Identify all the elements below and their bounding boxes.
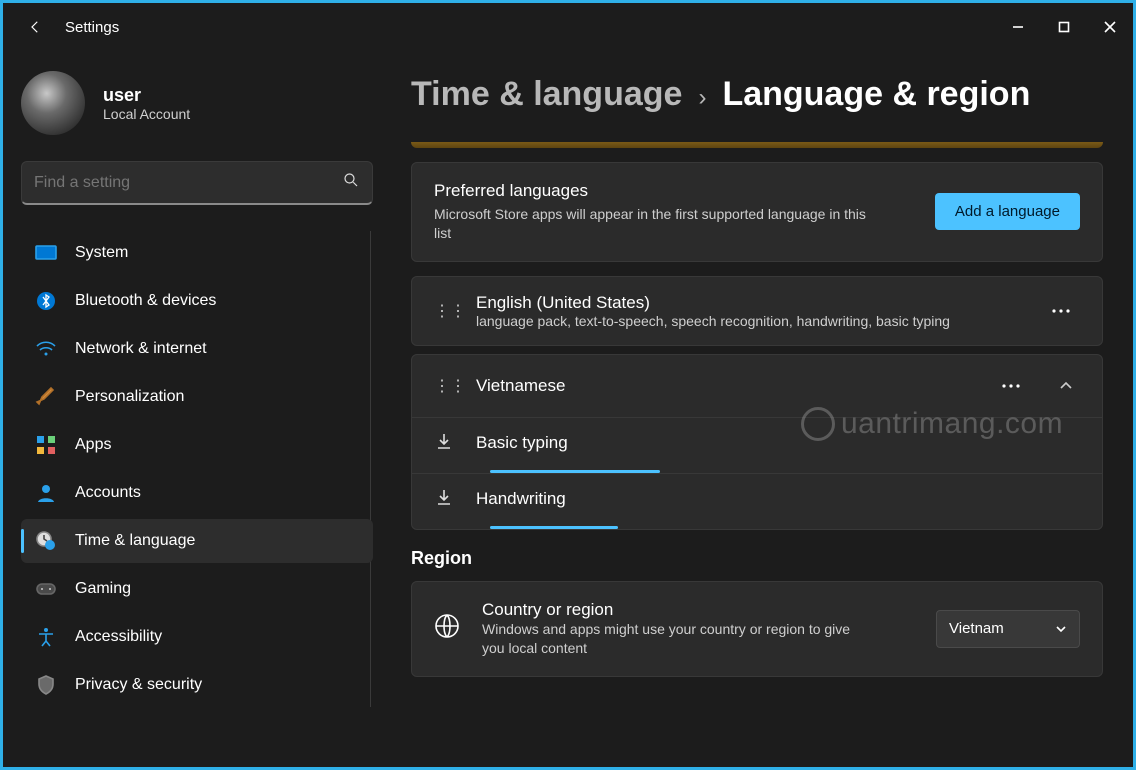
preferred-subtitle: Microsoft Store apps will appear in the … [434, 205, 874, 243]
gamepad-icon [35, 578, 57, 600]
wifi-icon [35, 338, 57, 360]
download-label: Basic typing [476, 433, 1080, 453]
paintbrush-icon [35, 386, 57, 408]
person-icon [35, 482, 57, 504]
nav-personalization[interactable]: Personalization [21, 375, 373, 419]
language-features: language pack, text-to-speech, speech re… [476, 313, 1020, 329]
user-subtitle: Local Account [103, 106, 190, 122]
language-name: English (United States) [476, 293, 1020, 313]
download-icon [434, 432, 454, 455]
close-icon [1104, 21, 1116, 33]
download-row-basic-typing: Basic typing [412, 417, 1102, 473]
nav-label: Accessibility [75, 628, 162, 646]
minimize-button[interactable] [995, 6, 1041, 48]
nav: System Bluetooth & devices Network & int… [21, 231, 381, 707]
app-title: Settings [65, 19, 119, 36]
nav-label: Network & internet [75, 340, 207, 358]
shield-icon [35, 674, 57, 696]
accessibility-icon [35, 626, 57, 648]
nav-privacy[interactable]: Privacy & security [21, 663, 373, 707]
nav-apps[interactable]: Apps [21, 423, 373, 467]
nav-time-language[interactable]: Time & language [21, 519, 373, 563]
nav-label: Time & language [75, 532, 195, 550]
breadcrumb: Time & language › Language & region [411, 75, 1103, 114]
nav-label: Personalization [75, 388, 184, 406]
language-item-vietnamese: ⋮⋮ Vietnamese Basic typing [411, 354, 1103, 530]
region-subtitle: Windows and apps might use your country … [482, 620, 862, 658]
progress-bar [490, 526, 618, 529]
download-icon [434, 488, 454, 511]
preferred-languages-card: Preferred languages Microsoft Store apps… [411, 162, 1103, 262]
nav-label: Accounts [75, 484, 141, 502]
chevron-up-icon [1059, 379, 1073, 393]
drag-handle-icon[interactable]: ⋮⋮ [434, 301, 454, 321]
nav-gaming[interactable]: Gaming [21, 567, 373, 611]
maximize-icon [1058, 21, 1070, 33]
close-button[interactable] [1087, 6, 1133, 48]
breadcrumb-parent[interactable]: Time & language [411, 75, 682, 114]
user-block[interactable]: user Local Account [21, 71, 381, 135]
language-more-button[interactable] [1042, 296, 1080, 326]
more-icon [1052, 309, 1070, 313]
nav-accessibility[interactable]: Accessibility [21, 615, 373, 659]
maximize-button[interactable] [1041, 6, 1087, 48]
sidebar: user Local Account System Bluetooth & de… [3, 51, 381, 767]
search-icon [342, 171, 360, 194]
more-icon [1002, 384, 1020, 388]
content-area: Time & language › Language & region Pref… [381, 51, 1133, 767]
language-item-english: ⋮⋮ English (United States) language pack… [411, 276, 1103, 346]
add-language-button[interactable]: Add a language [935, 193, 1080, 230]
nav-label: Bluetooth & devices [75, 292, 216, 310]
nav-label: Apps [75, 436, 111, 454]
chevron-right-icon: › [698, 84, 706, 112]
avatar [21, 71, 85, 135]
nav-label: Gaming [75, 580, 131, 598]
monitor-icon [35, 242, 57, 264]
globe-icon [434, 613, 460, 644]
window-controls [995, 6, 1133, 48]
language-more-button[interactable] [992, 371, 1030, 401]
bluetooth-icon [35, 290, 57, 312]
drag-handle-icon[interactable]: ⋮⋮ [434, 376, 454, 396]
search-input[interactable] [34, 174, 342, 192]
apps-icon [35, 434, 57, 456]
country-dropdown[interactable]: Vietnam [936, 610, 1080, 648]
nav-label: System [75, 244, 128, 262]
nav-bluetooth[interactable]: Bluetooth & devices [21, 279, 373, 323]
region-heading: Region [411, 548, 1103, 569]
titlebar: Settings [3, 3, 1133, 51]
nav-accounts[interactable]: Accounts [21, 471, 373, 515]
info-ribbon [411, 142, 1103, 148]
user-name: user [103, 85, 190, 106]
download-label: Handwriting [476, 489, 1080, 509]
region-title: Country or region [482, 600, 914, 620]
country-region-card: Country or region Windows and apps might… [411, 581, 1103, 677]
chevron-down-icon [1055, 623, 1067, 635]
download-row-handwriting: Handwriting [412, 473, 1102, 529]
language-name: Vietnamese [476, 376, 970, 396]
search-box[interactable] [21, 161, 373, 205]
collapse-button[interactable] [1052, 372, 1080, 400]
back-button[interactable] [21, 13, 49, 41]
breadcrumb-current: Language & region [722, 75, 1030, 114]
nav-system[interactable]: System [21, 231, 373, 275]
minimize-icon [1012, 21, 1024, 33]
nav-network[interactable]: Network & internet [21, 327, 373, 371]
nav-label: Privacy & security [75, 676, 202, 694]
clock-globe-icon [35, 530, 57, 552]
country-selected: Vietnam [949, 620, 1004, 637]
preferred-title: Preferred languages [434, 181, 874, 201]
arrow-left-icon [26, 18, 44, 36]
